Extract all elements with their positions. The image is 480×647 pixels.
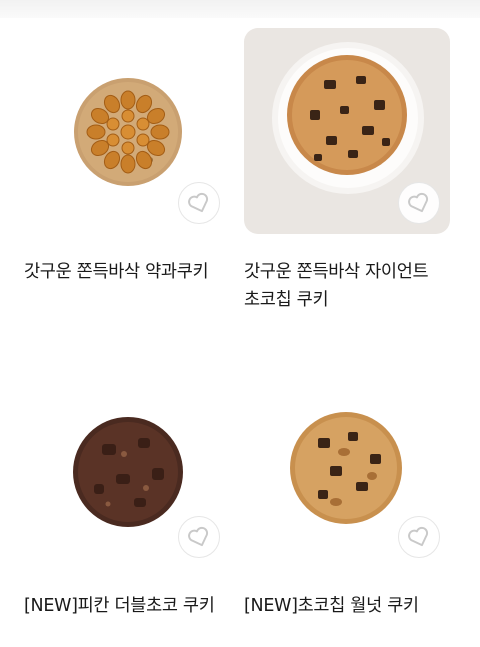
product-title[interactable]: [NEW]초코칩 월넛 쿠키: [244, 592, 450, 620]
product-grid: 갓구운 쫀득바삭 약과쿠키 갓구운 쫀득바삭 자이언트 초코칩 쿠키 [NEW]…: [0, 0, 480, 647]
product-card[interactable]: 갓구운 쫀득바삭 약과쿠키: [24, 28, 230, 286]
product-image[interactable]: [24, 28, 230, 234]
heart-outline-icon: [406, 190, 432, 216]
wishlist-button[interactable]: [398, 182, 440, 224]
product-image[interactable]: [244, 362, 450, 568]
product-title[interactable]: 갓구운 쫀득바삭 자이언트 초코칩 쿠키: [244, 258, 450, 314]
product-card[interactable]: [NEW]초코칩 월넛 쿠키: [244, 362, 450, 620]
heart-outline-icon: [186, 524, 212, 550]
wishlist-button[interactable]: [178, 182, 220, 224]
product-card[interactable]: [NEW]피칸 더블초코 쿠키: [24, 362, 230, 620]
wishlist-button[interactable]: [398, 516, 440, 558]
product-card[interactable]: 갓구운 쫀득바삭 자이언트 초코칩 쿠키: [244, 28, 450, 314]
product-title[interactable]: 갓구운 쫀득바삭 약과쿠키: [24, 258, 230, 286]
heart-outline-icon: [406, 524, 432, 550]
product-title[interactable]: [NEW]피칸 더블초코 쿠키: [24, 592, 230, 620]
product-image[interactable]: [24, 362, 230, 568]
wishlist-button[interactable]: [178, 516, 220, 558]
product-image[interactable]: [244, 28, 450, 234]
heart-outline-icon: [186, 190, 212, 216]
